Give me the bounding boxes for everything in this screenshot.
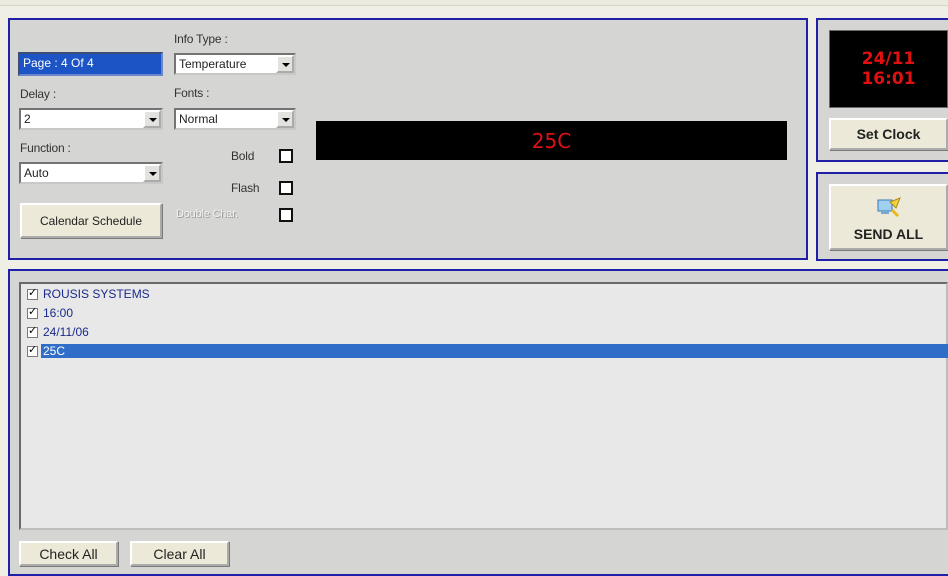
function-value: Auto	[24, 166, 49, 180]
function-label: Function :	[20, 141, 71, 155]
page-indicator-field[interactable]: Page : 4 Of 4	[18, 52, 163, 76]
double-char-label: Double Char.	[176, 208, 238, 220]
send-all-button[interactable]: SEND ALL	[829, 184, 948, 250]
delay-label: Delay :	[20, 87, 56, 101]
set-clock-button[interactable]: Set Clock	[829, 118, 948, 150]
bold-label: Bold	[231, 149, 255, 163]
flash-checkbox[interactable]	[279, 181, 293, 195]
preview-display: 25C	[316, 121, 787, 160]
chevron-down-icon[interactable]	[143, 164, 161, 182]
item-checkbox[interactable]	[27, 324, 38, 338]
clock-time: 16:01	[861, 69, 916, 89]
window-top-edge	[0, 0, 948, 6]
calendar-schedule-button[interactable]: Calendar Schedule	[20, 203, 162, 238]
chevron-down-icon[interactable]	[276, 55, 294, 73]
check-all-button[interactable]: Check All	[19, 541, 118, 566]
message-list[interactable]: ROUSIS SYSTEMS 16:00 24/11/06 25C	[19, 282, 948, 530]
list-item-label: 25C	[41, 344, 948, 358]
delay-value: 2	[24, 112, 31, 126]
list-item[interactable]: 16:00	[27, 305, 948, 322]
fonts-label: Fonts :	[174, 86, 210, 100]
function-select[interactable]: Auto	[19, 162, 163, 184]
send-all-label: SEND ALL	[853, 226, 924, 242]
list-item[interactable]: ROUSIS SYSTEMS	[27, 286, 948, 303]
double-char-checkbox[interactable]	[279, 208, 293, 222]
delay-select[interactable]: 2	[19, 108, 163, 130]
list-item-selected[interactable]: 25C	[27, 343, 948, 360]
info-type-select[interactable]: Temperature	[174, 53, 296, 75]
clear-all-button[interactable]: Clear All	[130, 541, 229, 566]
info-type-label: Info Type :	[174, 32, 228, 46]
chevron-down-icon[interactable]	[143, 110, 161, 128]
list-item-label: 24/11/06	[43, 325, 89, 339]
info-type-value: Temperature	[179, 57, 247, 71]
item-checkbox[interactable]	[27, 305, 38, 319]
clock-display: 24/11 16:01	[829, 30, 948, 108]
list-item-label: 16:00	[43, 306, 74, 320]
list-item-label: ROUSIS SYSTEMS	[43, 287, 150, 301]
preview-text: 25C	[531, 128, 572, 153]
clock-date: 24/11	[861, 49, 916, 69]
flash-label: Flash	[231, 181, 260, 195]
send-all-icon	[877, 197, 901, 218]
item-checkbox[interactable]	[27, 343, 38, 357]
list-item[interactable]: 24/11/06	[27, 324, 948, 341]
bold-checkbox[interactable]	[279, 149, 293, 163]
chevron-down-icon[interactable]	[276, 110, 294, 128]
item-checkbox[interactable]	[27, 286, 38, 300]
fonts-select[interactable]: Normal	[174, 108, 296, 130]
fonts-value: Normal	[179, 112, 218, 126]
